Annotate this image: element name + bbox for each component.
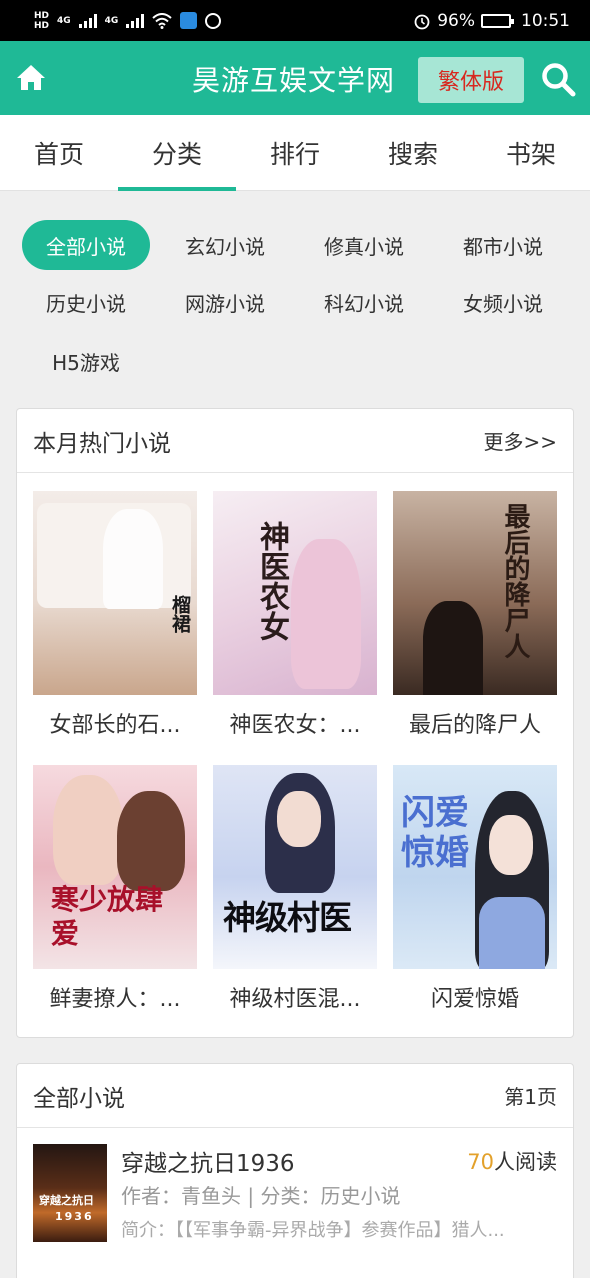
book-cover[interactable]: 神级村医 — [213, 765, 377, 969]
category-h5-games[interactable]: H5游戏 — [22, 336, 150, 386]
book-title[interactable]: 神级村医混... — [213, 981, 377, 1013]
tab-ranking[interactable]: 排行 — [236, 115, 354, 191]
book-title[interactable]: 神医农女：... — [213, 707, 377, 739]
wifi-icon — [152, 12, 172, 29]
category-cultivation[interactable]: 修真小说 — [300, 220, 428, 270]
book-cover[interactable]: 穿越之抗日 1936 — [33, 1144, 107, 1242]
category-fantasy[interactable]: 玄幻小说 — [161, 220, 289, 270]
hd-label: HD — [34, 20, 50, 31]
reader-number: 70 — [467, 1150, 494, 1174]
book-cover[interactable]: 最后的降尸人 — [393, 491, 557, 695]
book-card[interactable]: 女部長的石榴裙 女部长的石... — [33, 491, 197, 739]
category-all[interactable]: 全部小说 — [22, 220, 150, 270]
book-title[interactable]: 最后的降尸人 — [393, 707, 557, 739]
more-link[interactable]: 更多>> — [483, 426, 557, 455]
cover-title: 神级村医 — [223, 898, 352, 937]
book-cover[interactable]: 寒少放肆爱 — [33, 765, 197, 969]
cover-title: 闪爱惊婚 — [401, 793, 469, 873]
reader-count: 70人阅读 — [467, 1146, 557, 1176]
book-intro: 简介：【【军事争霸-异界战争】参赛作品】猎人... — [121, 1220, 505, 1241]
tab-home[interactable]: 首页 — [0, 115, 118, 191]
hd-indicator: HD HD — [34, 11, 49, 31]
network-label: 4G — [104, 15, 119, 26]
site-title: 昊游互娱文学网 — [192, 64, 396, 97]
book-meta: 作者：青鱼头 | 分类：历史小说 — [121, 1184, 401, 1208]
home-icon[interactable] — [16, 63, 46, 91]
book-cover[interactable]: 闪爱惊婚 — [393, 765, 557, 969]
hot-novels-panel: 本月热门小说 更多>> 女部長的石榴裙 女部长的石... 神医农女 神医农女：.… — [16, 408, 574, 1038]
category-scifi[interactable]: 科幻小说 — [300, 277, 428, 327]
book-title[interactable]: 女部长的石... — [33, 707, 197, 739]
book-card[interactable]: 寒少放肆爱 鲜妻撩人：... — [33, 765, 197, 1013]
traditional-chinese-button[interactable]: 繁体版 — [418, 57, 524, 103]
signal-icon — [78, 13, 97, 28]
cover-year: 1936 — [55, 1210, 94, 1223]
book-title[interactable]: 闪爱惊婚 — [393, 981, 557, 1013]
cover-title: 神医农女 — [254, 521, 289, 641]
cover-title: 寒少放肆爱 — [51, 883, 164, 950]
gesture-icon — [205, 12, 222, 29]
book-card[interactable]: 闪爱惊婚 闪爱惊婚 — [393, 765, 557, 1013]
hot-panel-title: 本月热门小说 — [33, 430, 171, 457]
all-novels-panel: 全部小说 第1页 穿越之抗日 1936 穿越之抗日1936 70人阅读 作者：青… — [16, 1063, 574, 1278]
cover-title: 最后的降尸人 — [500, 503, 530, 659]
battery-icon — [481, 13, 514, 28]
app-header: 昊游互娱文学网 繁体版 — [0, 41, 590, 115]
cover-title: 女部長的石榴裙 — [169, 595, 197, 690]
category-online-game[interactable]: 网游小说 — [161, 277, 289, 327]
book-title[interactable]: 穿越之抗日1936 — [121, 1144, 295, 1178]
book-title[interactable]: 鲜妻撩人：... — [33, 981, 197, 1013]
nav-tabs: 首页 分类 排行 搜索 书架 — [0, 115, 590, 191]
battery-percent: 96% — [437, 10, 475, 31]
tab-bookshelf[interactable]: 书架 — [472, 115, 590, 191]
hot-panel-header: 本月热门小说 更多>> — [17, 409, 573, 473]
signal-icon — [126, 13, 145, 28]
hd-label: HD — [34, 10, 50, 21]
tab-search[interactable]: 搜索 — [354, 115, 472, 191]
alarm-icon — [414, 14, 430, 29]
cover-title: 穿越之抗日 — [39, 1194, 94, 1207]
list-item[interactable]: 穿越之抗日 1936 穿越之抗日1936 70人阅读 作者：青鱼头 | 分类：历… — [33, 1144, 557, 1264]
status-bar: HD HD 4G 4G 96% 10:51 — [0, 0, 590, 41]
search-icon[interactable] — [540, 61, 576, 97]
all-panel-header: 全部小说 第1页 — [17, 1064, 573, 1128]
app-notification-icon — [180, 12, 198, 29]
book-card[interactable]: 神级村医 神级村医混... — [213, 765, 377, 1013]
book-card[interactable]: 神医农女 神医农女：... — [213, 491, 377, 739]
book-cover[interactable]: 女部長的石榴裙 — [33, 491, 197, 695]
category-history[interactable]: 历史小说 — [22, 277, 150, 327]
category-female[interactable]: 女频小说 — [439, 277, 567, 327]
all-panel-title: 全部小说 — [33, 1085, 125, 1112]
book-card[interactable]: 最后的降尸人 最后的降尸人 — [393, 491, 557, 739]
clock: 10:51 — [521, 10, 570, 31]
tab-category[interactable]: 分类 — [118, 115, 236, 191]
reader-suffix: 人阅读 — [494, 1150, 557, 1174]
network-label: 4G — [57, 15, 71, 26]
category-urban[interactable]: 都市小说 — [439, 220, 567, 270]
page-indicator: 第1页 — [504, 1085, 557, 1109]
book-cover[interactable]: 神医农女 — [213, 491, 377, 695]
